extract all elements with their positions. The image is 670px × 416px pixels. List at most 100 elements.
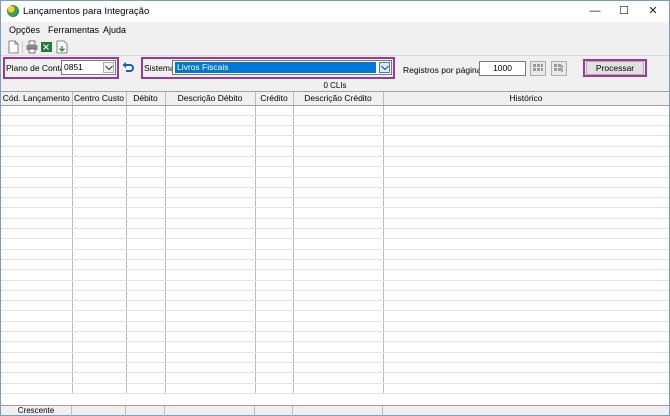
table-cell[interactable] [126,135,166,147]
table-cell[interactable] [255,300,294,312]
table-cell[interactable] [165,280,256,291]
table-row[interactable] [1,228,669,240]
col-header-historico[interactable]: Histórico [383,92,669,106]
table-cell[interactable] [72,187,127,199]
table-cell[interactable] [126,207,166,219]
table-cell[interactable] [383,238,669,250]
table-cell[interactable] [126,238,166,250]
table-cell[interactable] [255,156,294,168]
table-cell[interactable] [293,321,384,333]
table-cell[interactable] [72,310,127,322]
chevron-down-icon[interactable] [103,62,114,73]
table-cell[interactable] [72,156,127,168]
table-cell[interactable] [72,166,127,178]
menu-ferramentas[interactable]: Ferramentas [48,25,99,35]
table-cell[interactable] [293,146,384,157]
table-row[interactable] [1,280,669,291]
table-row[interactable] [1,115,669,127]
table-cell[interactable] [1,228,73,240]
processar-button[interactable]: Processar [586,61,644,75]
table-row[interactable] [1,383,669,394]
table-cell[interactable] [1,249,73,260]
table-cell[interactable] [383,115,669,127]
table-row[interactable] [1,207,669,219]
table-cell[interactable] [126,331,166,343]
table-cell[interactable] [293,259,384,271]
table-cell[interactable] [383,166,669,178]
table-cell[interactable] [126,321,166,333]
col-header-descricao-credito[interactable]: Descrição Crédito [293,92,384,106]
table-cell[interactable] [1,187,73,199]
table-cell[interactable] [255,310,294,322]
table-cell[interactable] [255,177,294,188]
table-cell[interactable] [255,331,294,343]
table-cell[interactable] [165,135,256,147]
table-cell[interactable] [72,207,127,219]
table-cell[interactable] [165,218,256,230]
table-cell[interactable] [383,197,669,209]
plano-de-contas-select[interactable]: 0851 [61,60,116,75]
table-cell[interactable] [383,300,669,312]
table-cell[interactable] [165,352,256,363]
table-cell[interactable] [255,218,294,230]
table-cell[interactable] [255,269,294,281]
col-header-cod-lancamento[interactable]: Cód. Lançamento [1,92,73,106]
table-cell[interactable] [1,331,73,343]
col-header-credito[interactable]: Crédito [255,92,294,106]
table-cell[interactable] [126,166,166,178]
table-cell[interactable] [126,146,166,157]
table-cell[interactable] [1,383,73,394]
table-row[interactable] [1,125,669,137]
table-cell[interactable] [255,259,294,271]
table-cell[interactable] [255,187,294,199]
table-cell[interactable] [1,125,73,137]
table-cell[interactable] [72,341,127,353]
table-row[interactable] [1,300,669,312]
table-cell[interactable] [72,259,127,271]
col-header-centro-custo[interactable]: Centro Custo [72,92,127,106]
table-cell[interactable] [72,177,127,188]
table-cell[interactable] [165,249,256,260]
table-cell[interactable] [255,290,294,302]
table-cell[interactable] [383,207,669,219]
table-cell[interactable] [293,372,384,384]
table-cell[interactable] [165,290,256,302]
table-row[interactable] [1,187,669,199]
table-cell[interactable] [293,383,384,394]
table-cell[interactable] [165,125,256,137]
grid-refresh-icon[interactable] [551,61,567,76]
maximize-button[interactable]: ☐ [609,1,639,22]
table-cell[interactable] [383,105,669,116]
menu-opcoes[interactable]: Opções [9,25,40,35]
table-cell[interactable] [126,341,166,353]
table-cell[interactable] [1,115,73,127]
table-row[interactable] [1,331,669,343]
table-row[interactable] [1,362,669,374]
table-row[interactable] [1,321,669,333]
table-cell[interactable] [1,135,73,147]
table-cell[interactable] [165,269,256,281]
table-cell[interactable] [293,362,384,374]
table-cell[interactable] [126,125,166,137]
table-cell[interactable] [383,125,669,137]
table-cell[interactable] [1,156,73,168]
table-cell[interactable] [293,341,384,353]
table-cell[interactable] [72,115,127,127]
table-cell[interactable] [72,290,127,302]
table-cell[interactable] [165,331,256,343]
table-cell[interactable] [165,310,256,322]
table-cell[interactable] [126,228,166,240]
table-cell[interactable] [1,146,73,157]
table-cell[interactable] [293,310,384,322]
table-cell[interactable] [1,280,73,291]
table-cell[interactable] [126,383,166,394]
table-row[interactable] [1,146,669,157]
table-cell[interactable] [255,383,294,394]
table-cell[interactable] [126,187,166,199]
table-row[interactable] [1,156,669,168]
table-row[interactable] [1,249,669,260]
table-cell[interactable] [165,362,256,374]
table-cell[interactable] [165,372,256,384]
table-cell[interactable] [383,352,669,363]
table-cell[interactable] [1,310,73,322]
